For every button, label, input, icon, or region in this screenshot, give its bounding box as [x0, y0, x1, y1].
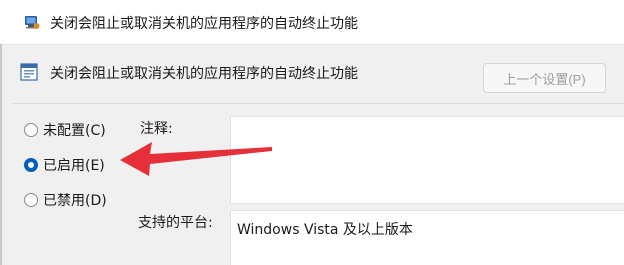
annotation-arrow-icon: [120, 142, 272, 176]
